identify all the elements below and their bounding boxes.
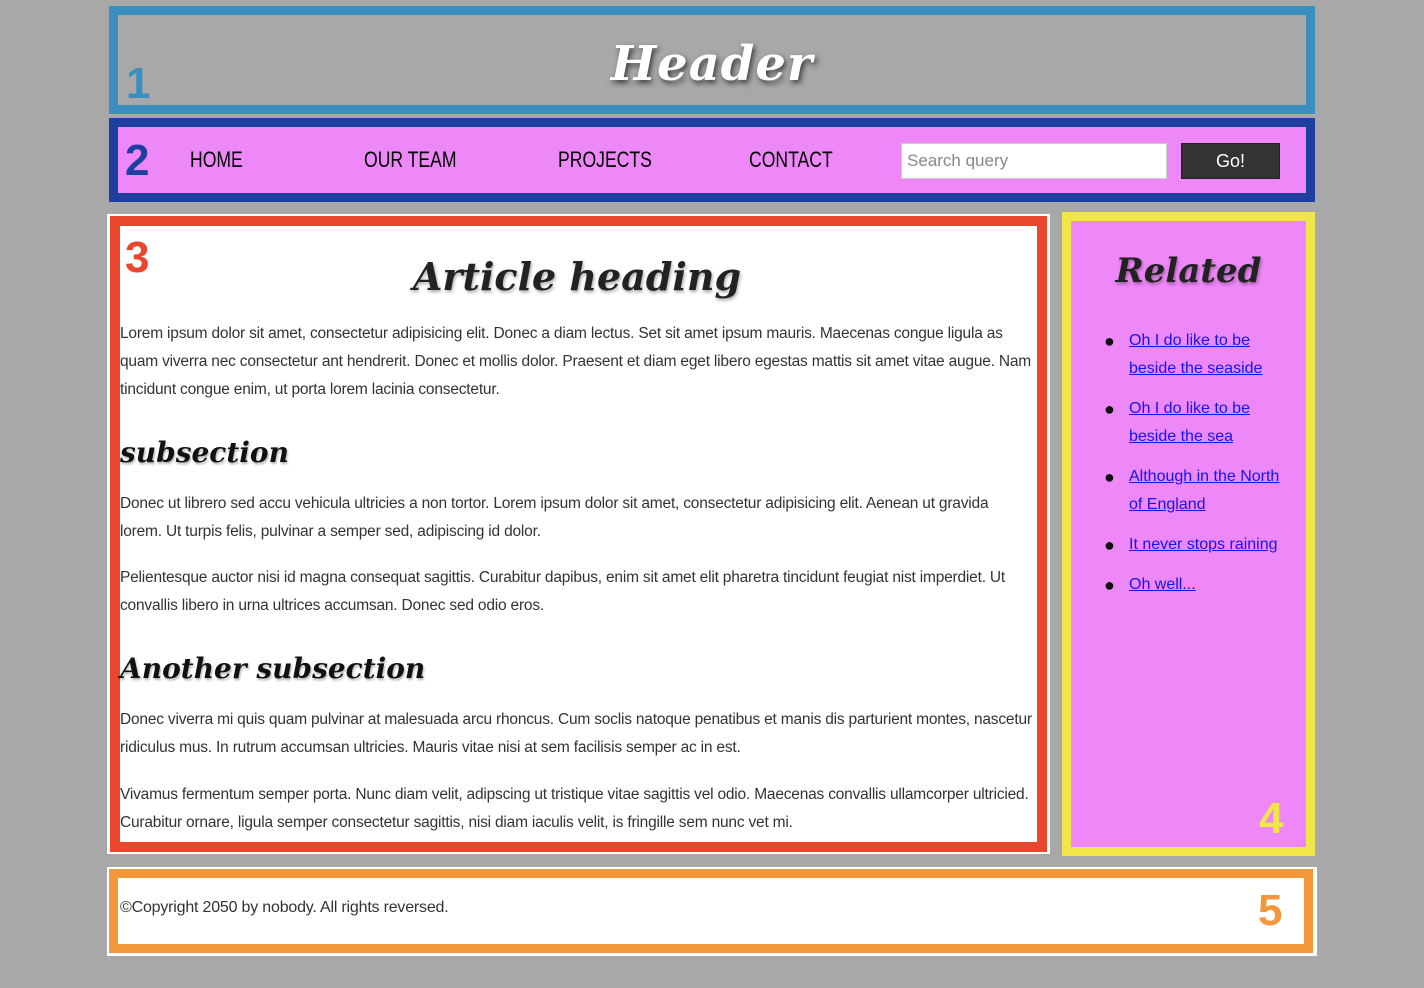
nav-bar: 2 HOME OUR TEAM PROJECTS CONTACT Go! (109, 118, 1315, 202)
nav-link-projects[interactable]: PROJECTS (558, 147, 652, 173)
related-link[interactable]: Oh I do like to be beside the seaside (1129, 332, 1262, 377)
region-number-2: 2 (125, 136, 150, 185)
related-list: ● Oh I do like to be beside the seaside … (1100, 327, 1295, 611)
subsection-paragraph: Pelientesque auctor nisi id magna conseq… (120, 569, 1006, 614)
article-title: Article heading (412, 254, 742, 299)
search-input[interactable] (901, 143, 1167, 179)
article-intro: Lorem ipsum dolor sit amet, consectetur … (120, 325, 1032, 398)
another-subsection-paragraph: Vivamus fermentum semper porta. Nunc dia… (120, 786, 1029, 831)
list-item: ● Although in the North of England (1100, 463, 1295, 519)
list-item: ● Oh I do like to be beside the seaside (1100, 327, 1295, 383)
nav-link-our-team[interactable]: OUR TEAM (364, 147, 457, 173)
bullet-icon: ● (1104, 535, 1115, 555)
subsection-title: subsection (120, 436, 289, 469)
subsection-paragraph: Donec ut librero sed accu vehicula ultri… (120, 495, 989, 540)
copyright-text: ©Copyright 2050 by nobody. All rights re… (120, 899, 449, 916)
page-footer: ©Copyright 2050 by nobody. All rights re… (107, 867, 1317, 956)
search-go-button[interactable]: Go! (1181, 143, 1280, 179)
related-title: Related (1115, 251, 1262, 291)
nav-link-contact[interactable]: CONTACT (749, 147, 833, 173)
page-header: 1 Header (109, 6, 1315, 114)
list-item: ● Oh I do like to be beside the sea (1100, 395, 1295, 451)
region-number-4: 4 (1259, 794, 1284, 843)
related-link[interactable]: Oh I do like to be beside the sea (1129, 400, 1250, 445)
bullet-icon: ● (1104, 331, 1115, 351)
region-number-5: 5 (1258, 886, 1283, 935)
related-sidebar: Related ● Oh I do like to be beside the … (1062, 212, 1315, 856)
header-title: Header (610, 36, 814, 92)
article: 3 Article heading Lorem ipsum dolor sit … (107, 214, 1050, 854)
list-item: ● It never stops raining (1100, 531, 1295, 559)
another-subsection-title: Another subsection (120, 652, 426, 685)
bullet-icon: ● (1104, 575, 1115, 595)
list-item: ● Oh well... (1100, 571, 1295, 599)
another-subsection-paragraph: Donec viverra mi quis quam pulvinar at m… (120, 711, 1032, 756)
related-link[interactable]: Oh well... (1129, 576, 1196, 593)
related-link[interactable]: Although in the North of England (1129, 468, 1279, 513)
bullet-icon: ● (1104, 467, 1115, 487)
nav-link-home[interactable]: HOME (190, 147, 243, 173)
related-link[interactable]: It never stops raining (1129, 536, 1278, 553)
bullet-icon: ● (1104, 399, 1115, 419)
